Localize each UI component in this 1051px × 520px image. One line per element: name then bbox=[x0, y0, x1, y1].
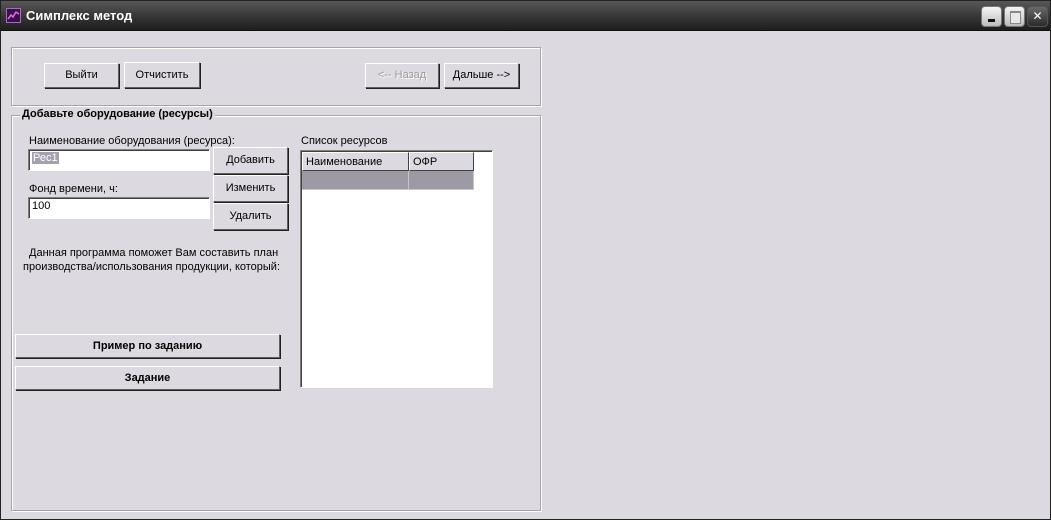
back-button[interactable]: <-- Назад bbox=[365, 63, 439, 88]
main-window: Симплекс метод ✕ Выйти Отчистить <-- Наз… bbox=[0, 0, 1051, 520]
table-row-cell-name[interactable] bbox=[302, 171, 409, 190]
maximize-icon bbox=[1010, 11, 1021, 24]
exit-button[interactable]: Выйти bbox=[44, 63, 119, 88]
navigation-panel: Выйти Отчистить <-- Назад Дальше --> bbox=[11, 47, 541, 106]
example-task-button[interactable]: Пример по заданию bbox=[15, 334, 280, 358]
title-bar[interactable]: Симплекс метод ✕ bbox=[1, 1, 1050, 31]
window-title: Симплекс метод bbox=[26, 8, 133, 23]
client-area: Выйти Отчистить <-- Назад Дальше --> Доб… bbox=[1, 31, 1050, 519]
close-button[interactable]: ✕ bbox=[1027, 6, 1048, 27]
resource-list-grid[interactable]: Наименование ОФР bbox=[300, 150, 493, 388]
delete-button[interactable]: Удалить bbox=[213, 203, 288, 230]
time-fund-input[interactable]: 100 bbox=[28, 197, 210, 219]
resource-name-label: Наименование оборудования (ресурса): bbox=[29, 135, 235, 147]
resource-name-value: Рес1 bbox=[32, 152, 59, 164]
time-fund-label: Фонд времени, ч: bbox=[29, 183, 118, 195]
maximize-button[interactable] bbox=[1004, 6, 1025, 27]
add-button[interactable]: Добавить bbox=[213, 147, 288, 174]
time-fund-value: 100 bbox=[32, 200, 51, 212]
resource-list-title: Список ресурсов bbox=[301, 135, 388, 147]
column-header-ofr[interactable]: ОФР bbox=[409, 152, 474, 171]
edit-button[interactable]: Изменить bbox=[213, 175, 288, 202]
resource-name-input[interactable]: Рес1 bbox=[28, 149, 210, 171]
description-line-1: Данная программа поможет Вам составить п… bbox=[29, 247, 279, 259]
resources-groupbox-title: Добавьте оборудование (ресурсы) bbox=[20, 108, 215, 120]
close-icon: ✕ bbox=[1032, 9, 1043, 23]
clear-button[interactable]: Отчистить bbox=[124, 62, 200, 88]
app-icon bbox=[6, 8, 21, 23]
task-button[interactable]: Задание bbox=[15, 366, 280, 390]
table-row-cell-ofr[interactable] bbox=[409, 171, 474, 190]
minimize-icon bbox=[988, 19, 995, 22]
description-line-2: производства/использования продукции, ко… bbox=[23, 261, 281, 273]
column-header-name[interactable]: Наименование bbox=[302, 152, 409, 171]
minimize-button[interactable] bbox=[981, 6, 1002, 27]
next-button[interactable]: Дальше --> bbox=[444, 63, 519, 88]
